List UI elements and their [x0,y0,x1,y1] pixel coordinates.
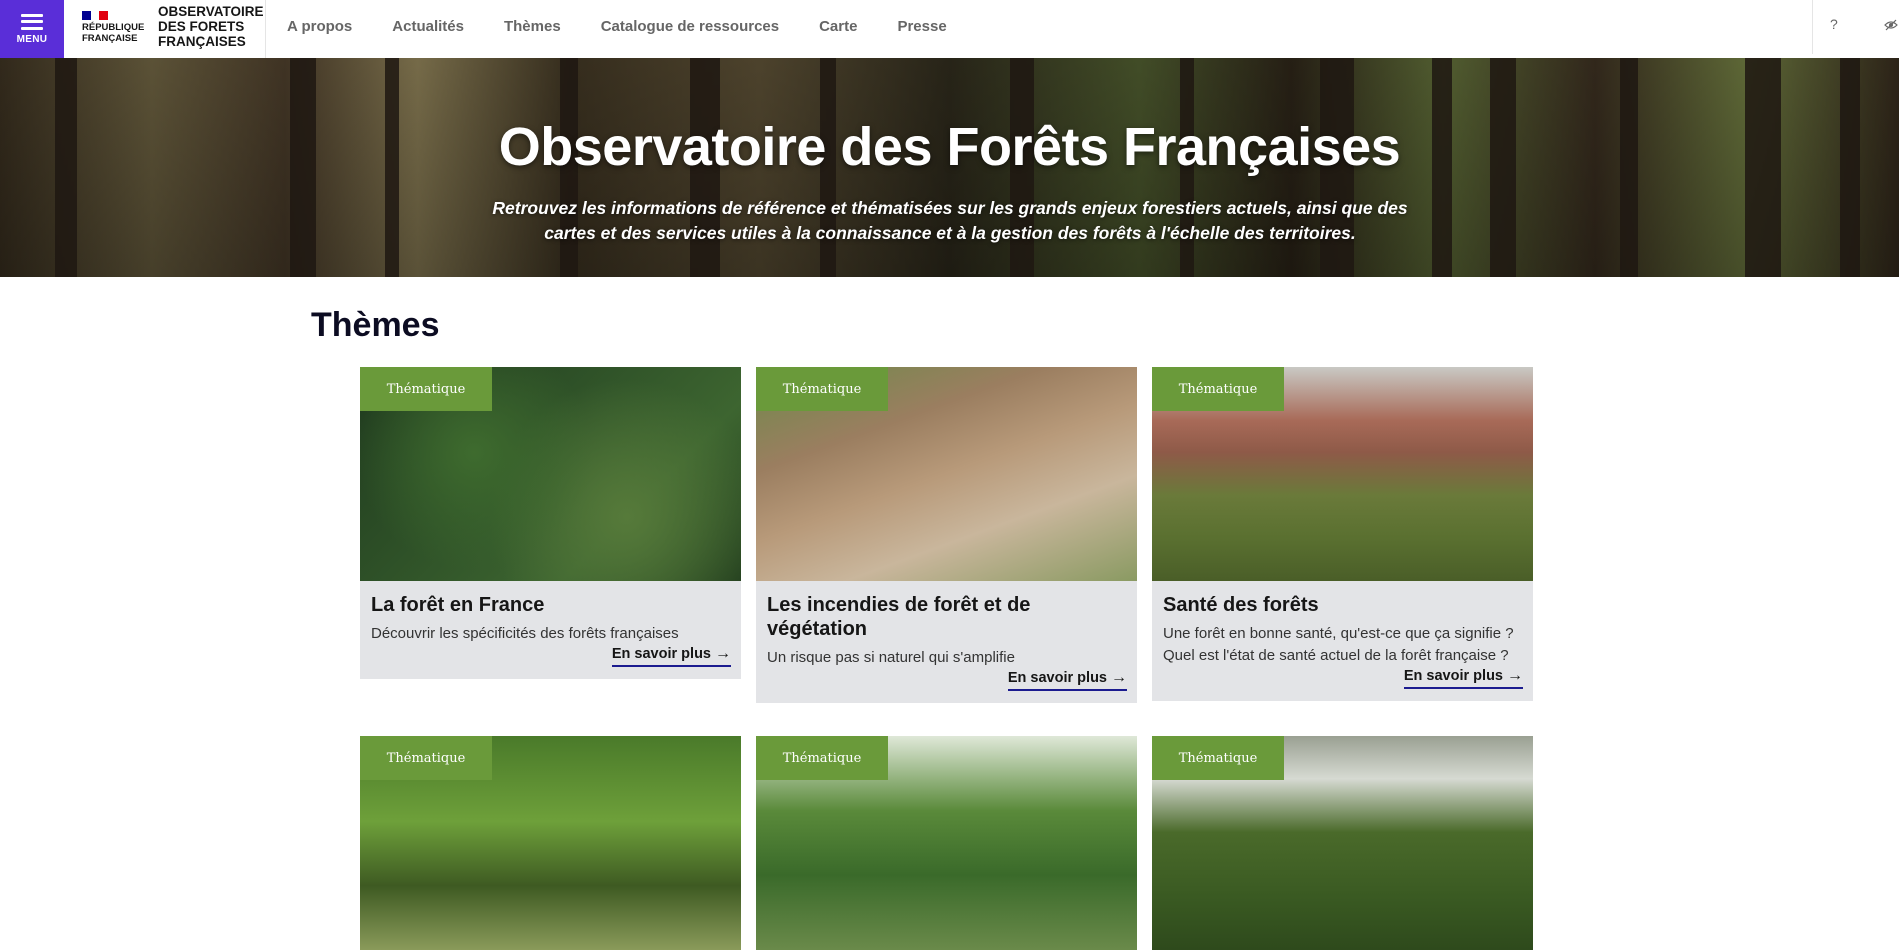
card-title: Les incendies de forêt et de végétation [767,594,1031,640]
site-name-line-1: OBSERVATOIRE [158,4,264,19]
right-separator [1812,0,1813,54]
card-tag: Thématique [360,367,492,411]
nav-item-themes[interactable]: Thèmes [504,18,561,35]
card-image: Thématique [756,367,1137,581]
site-name[interactable]: OBSERVATOIRE DES FORETS FRANÇAISES [158,4,264,49]
nav-item-a-propos[interactable]: A propos [287,18,352,35]
card-description: Découvrir les spécificités des forêts fr… [371,625,679,642]
republique-francaise-logo[interactable]: RÉPUBLIQUE FRANÇAISE [82,11,146,44]
card-title: La forêt en France [371,594,545,616]
card-image: Thématique [1152,367,1533,581]
hero-title: Observatoire des Forêts Françaises [498,117,1401,177]
theme-card-4[interactable]: Thématique [360,736,741,950]
nav-item-catalogue[interactable]: Catalogue de ressources [601,18,779,35]
arrow-right-icon: → [1507,667,1523,684]
card-image: Thématique [756,736,1137,950]
theme-card-6[interactable]: Thématique [1152,736,1533,950]
site-name-line-2: DES FORETS [158,19,245,34]
arrow-right-icon: → [1111,669,1127,686]
card-image: Thématique [360,736,741,950]
hero-banner: Observatoire des Forêts Françaises Retro… [0,58,1899,277]
theme-card-5[interactable]: Thématique [756,736,1137,950]
hero-subtitle: Retrouvez les informations de référence … [492,198,1408,243]
hide-eye-icon[interactable] [1884,19,1898,31]
menu-label: MENU [16,33,48,45]
site-header: MENU RÉPUBLIQUE FRANÇAISE OBSERVATOIRE D… [0,0,1899,59]
theme-card-incendies[interactable]: Thématique Les incendies de forêt et de … [756,367,1137,703]
card-image: Thématique [1152,736,1533,950]
card-description: Une forêt en bonne santé, qu'est-ce que … [1163,625,1514,664]
french-flag-icon [82,11,109,20]
card-tag: Thématique [1152,736,1284,780]
hamburger-icon [21,13,43,30]
en-savoir-plus-link[interactable]: En savoir plus → [611,645,731,667]
en-savoir-plus-link[interactable]: En savoir plus → [1007,669,1127,691]
theme-card-foret-en-france[interactable]: Thématique La forêt en France Découvrir … [360,367,741,679]
card-tag: Thématique [756,367,888,411]
help-button[interactable]: ? [1830,16,1838,32]
card-image: Thématique [360,367,741,581]
republique-line-1: RÉPUBLIQUE [82,22,145,33]
nav-item-presse[interactable]: Presse [897,18,946,35]
nav-item-actualites[interactable]: Actualités [392,18,464,35]
site-name-line-3: FRANÇAISES [158,34,246,49]
nav-item-carte[interactable]: Carte [819,18,857,35]
card-tag: Thématique [360,736,492,780]
card-tag: Thématique [1152,367,1284,411]
main-nav: A propos Actualités Thèmes Catalogue de … [287,0,987,52]
card-description: Un risque pas si naturel qui s'amplifie [767,649,1015,666]
brand-separator [265,0,266,58]
en-savoir-plus-link[interactable]: En savoir plus → [1403,667,1523,689]
arrow-right-icon: → [715,645,731,662]
menu-button[interactable]: MENU [0,0,64,58]
republique-line-2: FRANÇAISE [82,32,138,44]
themes-heading: Thèmes [311,306,440,344]
theme-card-sante-des-forets[interactable]: Thématique Santé des forêts Une forêt en… [1152,367,1533,701]
card-tag: Thématique [756,736,888,780]
card-title: Santé des forêts [1163,594,1319,616]
